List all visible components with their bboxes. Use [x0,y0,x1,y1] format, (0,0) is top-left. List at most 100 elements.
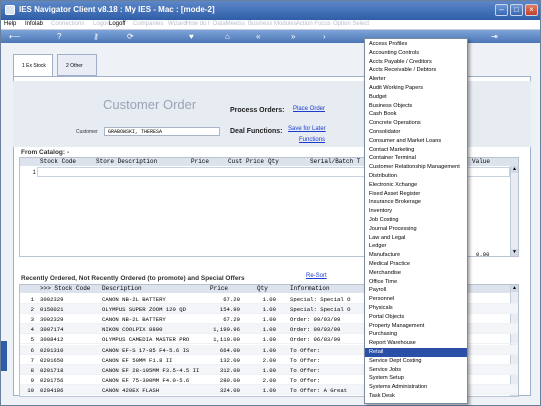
dropdown-item[interactable]: Merchandise [365,269,467,278]
functions-link[interactable]: Functions [299,137,325,143]
dropdown-item[interactable]: Ledger [365,242,467,251]
qty-cell: 2.00 [262,356,276,364]
dropdown-item[interactable]: Electronic Xchange [365,181,467,190]
dropdown-item[interactable]: Systems Administration [365,383,467,392]
dropdown-item[interactable]: Property Management [365,322,467,331]
description-cell: OLYMPUS CAMEDIA MASTER PRO [102,336,190,344]
col-stock-code: Stock Code [40,158,77,165]
dropdown-item[interactable]: Contact Marketing [365,146,467,155]
maximize-button[interactable]: □ [510,4,523,16]
dropdown-item[interactable]: Business Objects [365,102,467,111]
menu-item[interactable]: Action Focus [296,21,331,27]
dropdown-item[interactable]: Service Jobs [365,366,467,375]
col-cust-price: Cust Price [228,158,265,165]
dropdown-item[interactable]: Portal Objects [365,313,467,322]
row-number: 10 [27,386,34,394]
dropdown-item[interactable]: Container Terminal [365,154,467,163]
col-stock-code: >>> Stock Code [40,285,91,292]
tab-ex-stock[interactable]: 1 Ex Stock [13,54,53,76]
menu-item[interactable]: Option Select [333,21,369,27]
dropdown-item[interactable]: Concrete Operations [365,119,467,128]
dropdown-item[interactable]: Inventory [365,207,467,216]
export-icon[interactable]: ⇥ [491,32,498,41]
dropdown-item[interactable]: Distribution [365,172,467,181]
dropdown-item[interactable]: Office Time [365,278,467,287]
dropdown-item[interactable]: Personnel [365,295,467,304]
dropdown-item[interactable]: Job Costing [365,216,467,225]
key-icon[interactable]: ⚷ [93,32,99,41]
dropdown-item[interactable]: Audit Working Papers [365,84,467,93]
row-number: 3 [30,316,34,324]
forward-icon[interactable]: › [323,32,326,41]
description-cell: CANON EF 75-300MM F4.0-5.6 [102,376,190,384]
menu-item[interactable]: How do I [186,21,210,27]
dropdown-item[interactable]: Accts Payable / Creditors [365,58,467,67]
row-number: 6 [30,346,34,354]
re-sort-link[interactable]: Re-Sort [306,273,327,279]
minimize-button[interactable]: – [495,4,508,16]
dropdown-item[interactable]: Task Desk [365,392,467,401]
dropdown-item[interactable]: System Setup [365,374,467,383]
tab-strip: 1 Ex Stock 2 Other [13,54,103,76]
row-number: 9 [30,376,34,384]
menu-item[interactable]: Infolab [25,21,43,27]
dropdown-item[interactable]: Payroll [365,286,467,295]
scroll-up-icon[interactable]: ▲ [511,166,518,173]
dropdown-item[interactable]: Accts Receivable / Debtors [365,66,467,75]
description-cell: OLYMPUS SUPER ZOOM 120 QD [102,306,186,314]
dropdown-item[interactable]: Fixed Asset Register [365,190,467,199]
page-title: Customer Order [103,97,197,112]
dropdown-item[interactable]: Budget [365,93,467,102]
dropdown-item[interactable]: Purchasing [365,330,467,339]
dropdown-item[interactable]: Consumer and Market Loans [365,137,467,146]
row-number: 4 [30,326,34,334]
dropdown-item[interactable]: Report Warehouse [365,339,467,348]
catalog-scrollbar[interactable]: ▲ ▼ [510,166,518,256]
help-icon[interactable]: ? [57,32,61,41]
back-icon[interactable]: ⟵ [9,32,20,41]
prev-icon[interactable]: « [256,32,260,41]
dropdown-item[interactable]: Manufacture [365,251,467,260]
dropdown-item[interactable]: Physicals [365,304,467,313]
dropdown-item[interactable]: Service Dept Costing [365,357,467,366]
close-button[interactable]: × [525,4,538,16]
menu-item[interactable]: Connections [51,21,84,27]
scroll-down-icon[interactable]: ▼ [511,249,518,256]
scroll-up-icon[interactable]: ▲ [511,285,518,292]
place-order-link[interactable]: Place Order [293,106,325,112]
process-orders-label: Process Orders: [230,107,285,114]
menu-item[interactable]: Wizard [168,21,187,27]
menu-item[interactable]: DataMeetss [213,21,245,27]
col-price: Price [210,285,229,292]
dropdown-item[interactable]: Cash Book [365,110,467,119]
description-cell: CANON EF 50MM F1.8 II [102,356,173,364]
refresh-icon[interactable]: ⟳ [127,32,134,41]
menu-item[interactable]: Help [4,21,16,27]
col-serial-batch: Serial/Batch T [310,158,361,165]
dropdown-item[interactable]: Alerter [365,75,467,84]
information-cell: Special: Special O [290,306,351,314]
menu-item[interactable]: Business Modules [248,21,297,27]
dropdown-item[interactable]: Insurance Brokerage [365,198,467,207]
menu-item[interactable]: Logon [93,21,110,27]
dropdown-item[interactable]: Journal Processing [365,225,467,234]
dropdown-item[interactable]: Retail [365,348,467,357]
information-cell: To Offer: [290,356,321,364]
catalog-title: From Catalog: - [21,149,70,156]
side-handle[interactable] [1,341,7,371]
menu-item[interactable]: Logoff [109,21,126,27]
save-for-later-link[interactable]: Save for Later [288,126,326,132]
tab-other[interactable]: 2 Other [57,54,97,76]
dropdown-item[interactable]: Access Profiles [365,40,467,49]
menu-item[interactable]: Companies [133,21,163,27]
dropdown-item[interactable]: Accounting Controls [365,49,467,58]
dropdown-item[interactable]: Law and Legal [365,234,467,243]
next-icon[interactable]: » [291,32,295,41]
dropdown-item[interactable]: Medical Practice [365,260,467,269]
home-icon[interactable]: ⌂ [225,32,230,41]
dropdown-item[interactable]: Consolidator [365,128,467,137]
qty-cell: 1.00 [262,316,276,324]
heart-icon[interactable]: ♥ [189,32,194,41]
customer-field[interactable]: GRABOWSKI, THERESA [104,127,220,136]
dropdown-item[interactable]: Customer Relationship Management [365,163,467,172]
